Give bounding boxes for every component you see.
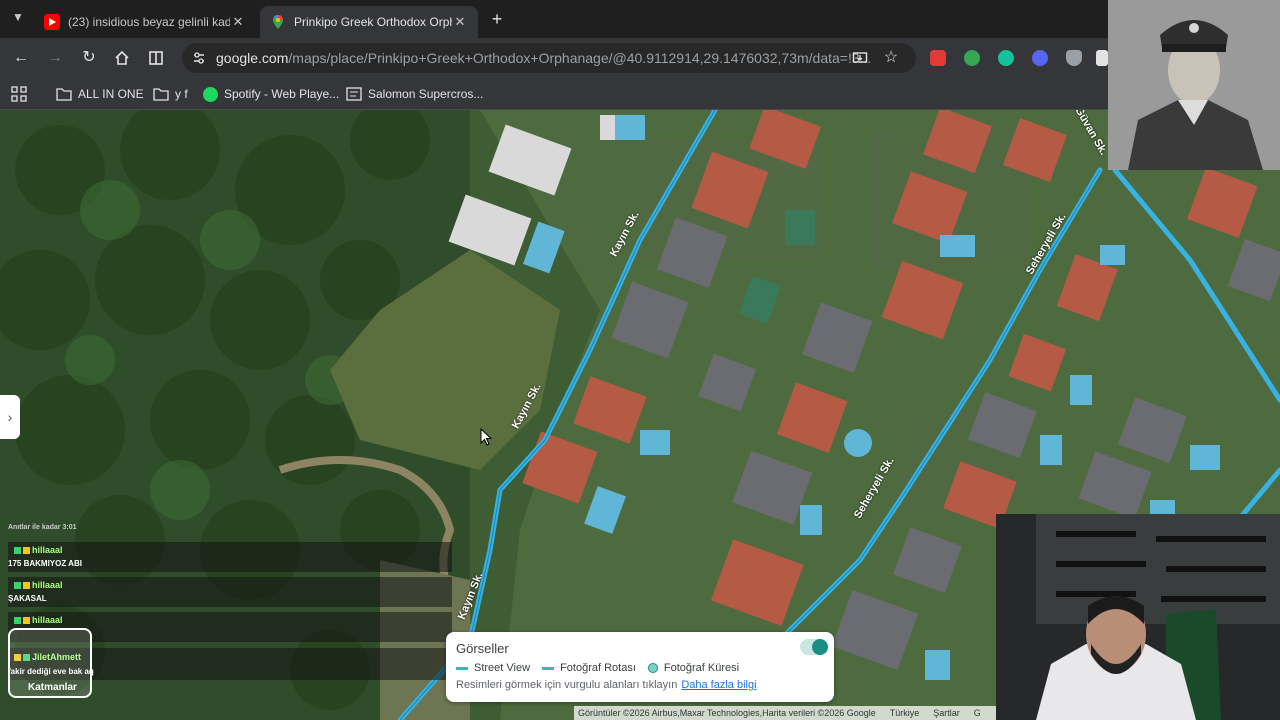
imagery-credit: Görüntüler ©2026 Airbus,Maxar Technologi…	[578, 708, 876, 718]
bookmark-spotify[interactable]: Spotify - Web Playe...	[203, 84, 339, 104]
bookmark-label: ALL IN ONE	[78, 87, 144, 101]
close-icon[interactable]: ✕	[452, 14, 468, 30]
chat-message: hillaaal 175 BAKMIYOZ ABI	[8, 542, 452, 572]
bookmark-star-icon[interactable]: ☆	[879, 46, 903, 70]
learn-more-link[interactable]: Daha fazla bilgi	[681, 679, 756, 691]
legend-street-view: Street View	[474, 662, 531, 674]
grammarly-icon[interactable]	[998, 50, 1014, 66]
site-info-icon[interactable]	[192, 51, 206, 65]
bookmark-label: Spotify - Web Playe...	[224, 87, 340, 101]
bookmark-folder-all-in-one[interactable]: ALL IN ONE	[56, 84, 144, 104]
url-path: /maps/place/Prinkipo+Greek+Orthodox+Orph…	[288, 50, 872, 66]
tab-strip: ▼ (23) insidious beyaz gelinli kadı ✕ Pr…	[0, 0, 1108, 38]
photo-route-dash-icon	[542, 666, 555, 670]
extension-green-icon[interactable]	[964, 50, 980, 66]
layers-label: Katmanlar	[28, 682, 77, 693]
tab-google-maps[interactable]: Prinkipo Greek Orthodox Orpha ✕	[260, 6, 478, 38]
spotify-icon	[203, 86, 218, 102]
youtube-icon	[44, 14, 60, 30]
chat-message: hillaaal ŞAKASAL	[8, 577, 452, 607]
tab-title: Prinkipo Greek Orthodox Orpha	[294, 15, 452, 29]
folder-icon	[153, 88, 169, 101]
extensions-puzzle-icon[interactable]	[1096, 50, 1108, 66]
bookmark-label: y f	[175, 87, 188, 101]
extension-red-icon[interactable]	[930, 50, 946, 66]
imagery-toggle[interactable]	[800, 639, 828, 655]
bookmark-folder-yf[interactable]: y f	[153, 84, 188, 104]
chat-username: hillaaal	[14, 580, 63, 590]
portrait-overlay	[1108, 0, 1280, 170]
badge-icon	[23, 547, 30, 555]
card-title: Görseller	[456, 641, 509, 656]
imagery-hint: Resimleri görmek için vurgulu alanları t…	[456, 679, 757, 691]
expand-side-panel-button[interactable]: ›	[0, 395, 20, 439]
attribution-more: G	[973, 708, 981, 718]
extension-discord-icon[interactable]	[1032, 50, 1048, 66]
chat-username: hillaaal	[14, 615, 63, 625]
mouse-cursor-icon	[480, 428, 492, 446]
hint-text: Resimleri görmek için vurgulu alanları t…	[456, 679, 678, 691]
badge-icon	[23, 582, 30, 590]
imagery-layer-card: Görseller Street View Fotoğraf Rotası Fo…	[446, 632, 834, 702]
google-maps-icon	[270, 14, 286, 30]
badge-icon	[23, 617, 30, 625]
badge-icon	[14, 547, 21, 555]
home-icon[interactable]	[110, 46, 134, 70]
chat-message-fragment: Anıtlar ile kadar 3:01	[8, 524, 77, 531]
close-icon[interactable]: ✕	[230, 14, 246, 30]
street-view-line-icon	[456, 666, 468, 670]
bookmark-salomon[interactable]: Salomon Supercros...	[346, 84, 483, 104]
map-attribution: Görüntüler ©2026 Airbus,Maxar Technologi…	[574, 706, 999, 720]
apps-grid-icon[interactable]	[11, 86, 27, 102]
chat-username: hillaaal	[14, 545, 63, 555]
side-panel-icon[interactable]	[144, 46, 168, 70]
tab-search-chevron-icon[interactable]: ▼	[10, 10, 26, 26]
legend-photo-route: Fotoğraf Rotası	[560, 662, 636, 674]
layers-button[interactable]: Katmanlar	[8, 628, 92, 698]
toolbar: ← → ↻ google.com/maps/place/Prinkipo+Gre…	[0, 38, 1108, 78]
back-arrow-icon[interactable]: ←	[9, 46, 33, 70]
badge-icon	[14, 582, 21, 590]
address-bar[interactable]: google.com/maps/place/Prinkipo+Greek+Ort…	[182, 43, 916, 73]
new-tab-button[interactable]: +	[486, 8, 508, 30]
tab-title: (23) insidious beyaz gelinli kadı	[68, 15, 230, 29]
shield-icon[interactable]	[1066, 50, 1082, 66]
region-link[interactable]: Türkiye	[890, 708, 920, 718]
photo-sphere-dot-icon	[647, 663, 658, 673]
bookmarks-bar: ALL IN ONE y f Spotify - Web Playe... Sa…	[0, 78, 1108, 110]
terms-link[interactable]: Şartlar	[933, 708, 960, 718]
chat-text: 175 BAKMIYOZ ABI	[8, 559, 82, 568]
forward-arrow-icon[interactable]: →	[43, 46, 67, 70]
legend-photo-sphere: Fotoğraf Küresi	[663, 662, 740, 674]
folder-icon	[56, 88, 72, 101]
imagery-legend: Street View Fotoğraf Rotası Fotoğraf Kür…	[456, 662, 739, 674]
chat-text: ŞAKASAL	[8, 594, 47, 603]
webcam-overlay	[996, 514, 1280, 720]
url-domain: google.com	[216, 50, 289, 66]
badge-icon	[14, 617, 21, 625]
bookmark-label: Salomon Supercros...	[368, 87, 484, 101]
tab-youtube[interactable]: (23) insidious beyaz gelinli kadı ✕	[34, 6, 256, 38]
install-app-icon[interactable]	[848, 46, 872, 70]
page-icon	[346, 87, 362, 101]
reload-icon[interactable]: ↻	[77, 46, 101, 70]
